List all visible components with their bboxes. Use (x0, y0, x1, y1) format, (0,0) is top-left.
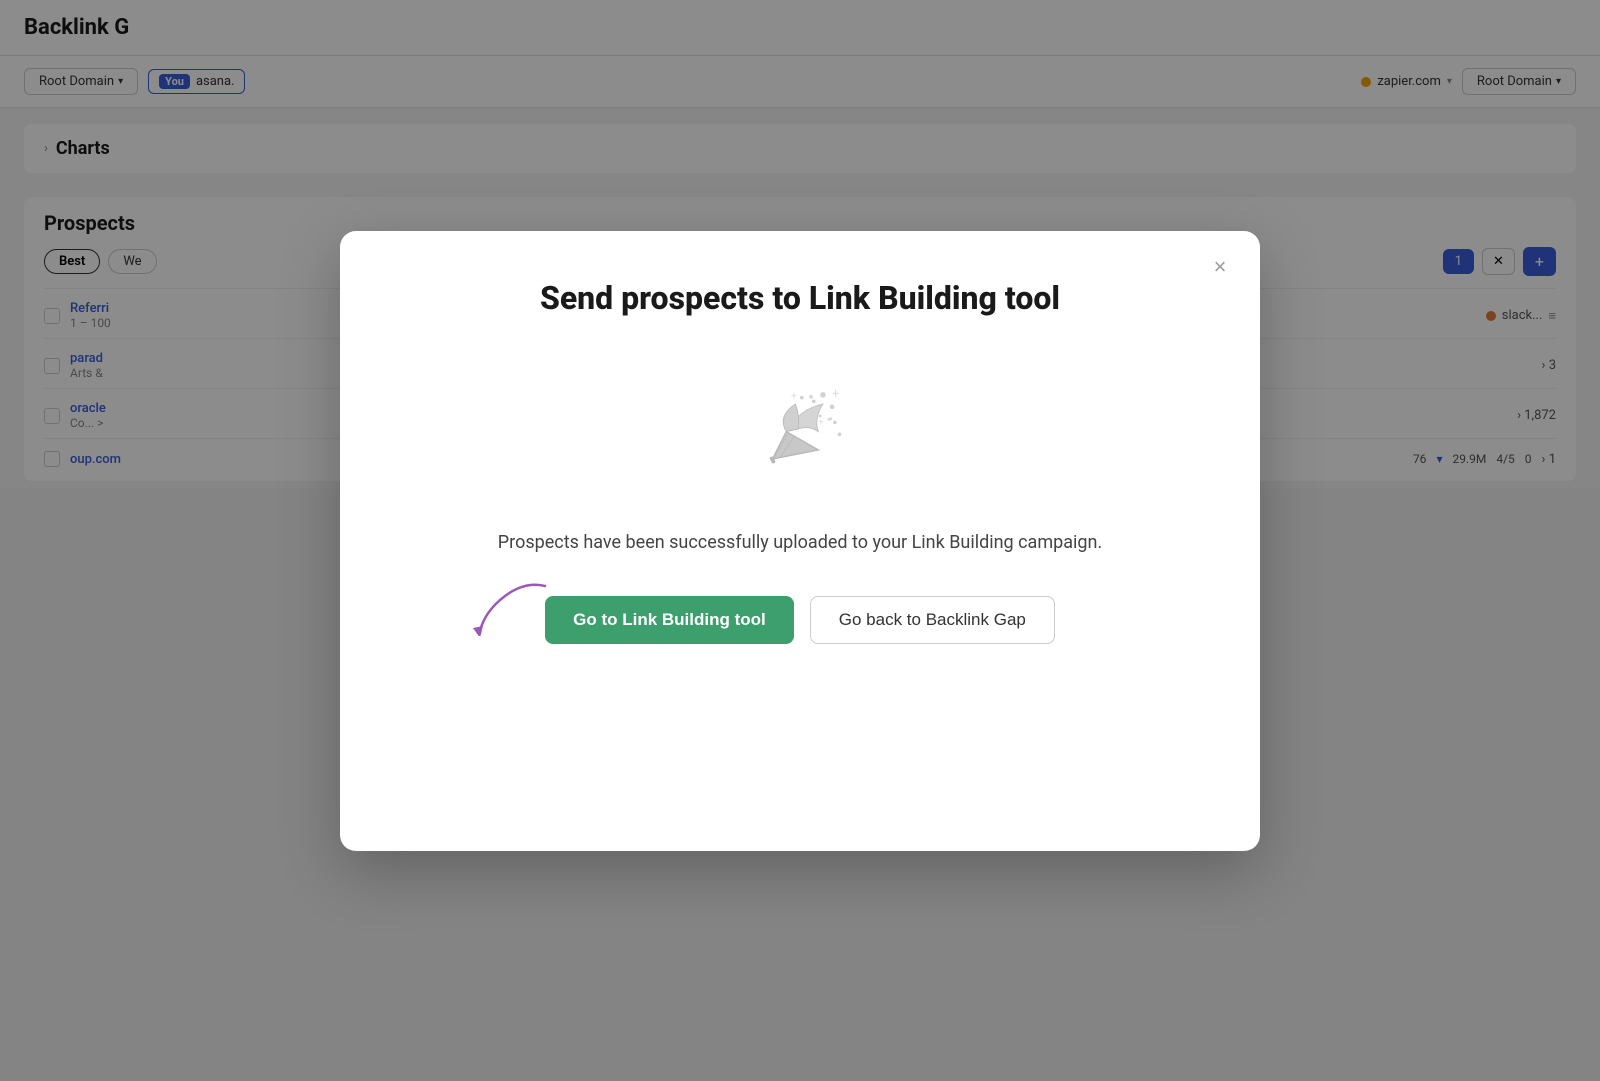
modal-message: Prospects have been successfully uploade… (498, 529, 1102, 556)
modal-close-button[interactable]: × (1204, 251, 1236, 283)
modal-dialog: × Send prospects to Link Building tool (340, 231, 1260, 851)
arrow-decoration (465, 576, 555, 636)
svg-text:+: + (832, 387, 839, 402)
svg-text:+: + (818, 418, 823, 428)
svg-text:+: + (791, 389, 797, 402)
go-back-to-backlink-gap-button[interactable]: Go back to Backlink Gap (810, 596, 1055, 644)
modal-title: Send prospects to Link Building tool (540, 279, 1060, 317)
celebration-icon: + + + (730, 357, 870, 497)
go-to-link-building-button[interactable]: Go to Link Building tool (545, 596, 794, 644)
modal-buttons: Go to Link Building tool Go back to Back… (545, 596, 1055, 644)
